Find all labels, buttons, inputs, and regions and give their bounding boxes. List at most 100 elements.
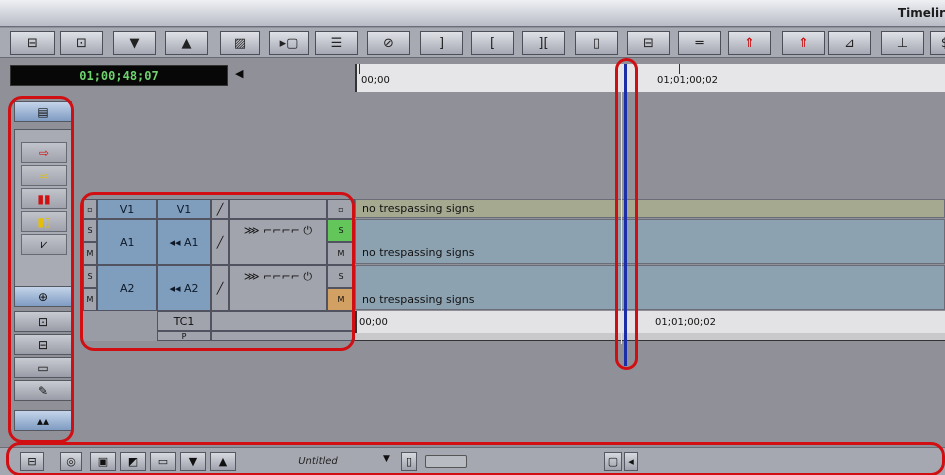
sequence-name[interactable]: Untitled	[262, 453, 374, 470]
tc1-track-label[interactable]: TC1	[157, 311, 211, 331]
track-list-icon[interactable]: ▤	[14, 101, 72, 122]
a1-source-label: A1	[120, 235, 135, 249]
window-title: Timelir	[897, 6, 945, 20]
clip-frame-icon[interactable]: ⊡	[14, 311, 72, 332]
up-arrow-icon[interactable]: ▲	[210, 452, 236, 471]
ripple-icon[interactable]: ⊥	[881, 31, 924, 55]
a2-waveform-icon: ⋙ ⌐⌐⌐⌐ ⏻	[243, 270, 313, 283]
a2-source-label: A2	[120, 281, 135, 295]
red-arrow-icon[interactable]: ⇨	[21, 142, 67, 163]
trim-icon[interactable]: ⊿	[828, 31, 871, 55]
v1-sync-lock-icon[interactable]: ╱	[211, 199, 229, 219]
grid-icon[interactable]: ▨	[220, 31, 260, 55]
a2-mute-button[interactable]: M	[83, 288, 97, 311]
screen-icon[interactable]: ▭	[150, 452, 176, 471]
p-extras	[211, 331, 355, 341]
timeline-toolbar: ⊟⊡▼▲▨▸▢☰⊘][][▯⊟═⇑⇑⊿⊥$	[0, 28, 945, 58]
tc1-extras	[211, 311, 355, 331]
tool-group: ⇨ ⇨ ▮▮ ▮▯ ⩗	[14, 129, 72, 289]
v1-clip[interactable]: no trespassing signs	[355, 199, 945, 218]
tc1-mark: 01;01;00;02	[655, 317, 717, 328]
segment-mode-icon[interactable]: ⊟	[10, 31, 55, 55]
a2-record-selector[interactable]: ◂◂ A2	[157, 265, 211, 311]
sequence-dropdown-icon[interactable]: ▼	[383, 454, 390, 464]
red-segment-icon[interactable]: ▮▮	[21, 188, 67, 209]
timeline-ruler[interactable]: 00;00 01;01;00;02	[355, 64, 945, 92]
mark-clip-icon[interactable]: ][	[522, 31, 565, 55]
master-timecode-display[interactable]: 01;00;48;07	[10, 65, 228, 86]
v1-monitor-icon[interactable]: ▫	[327, 199, 355, 219]
fit-icon[interactable]: ▢	[604, 452, 622, 471]
yellow-segment-icon[interactable]: ▮▯	[21, 211, 67, 232]
ruler-start-timecode: 00;00	[361, 75, 390, 86]
mark-in-icon[interactable]: [	[471, 31, 514, 55]
down-arrow-icon[interactable]: ▼	[180, 452, 206, 471]
play-clip-icon[interactable]: ▸▢	[269, 31, 309, 55]
scroll-left-icon[interactable]: ◂	[624, 452, 638, 471]
a2-waveform-controls[interactable]: ⋙ ⌐⌐⌐⌐ ⏻	[229, 265, 327, 311]
move-down-icon[interactable]: ▼	[113, 31, 156, 55]
splice-icon[interactable]: ⊟	[627, 31, 670, 55]
a2-speaker-icon: ◂◂	[169, 281, 184, 295]
yellow-arrow-icon[interactable]: ⇨	[21, 165, 67, 186]
v1-extras	[229, 199, 327, 219]
ruler-tick	[359, 64, 360, 74]
a1-mute-indicator[interactable]: M	[327, 242, 355, 265]
audio-mix-icon[interactable]: ⊟	[14, 334, 72, 355]
a2-mute-indicator[interactable]: M	[327, 288, 355, 311]
lift-up-icon[interactable]: ⇑	[728, 31, 771, 55]
clip-icon[interactable]: ⊡	[60, 31, 103, 55]
color-correction-icon[interactable]: ◩	[120, 452, 146, 471]
clear-marks-icon[interactable]: ▯	[575, 31, 618, 55]
a1-waveform-icon: ⋙ ⌐⌐⌐⌐ ⏻	[243, 224, 313, 237]
zoom-slider[interactable]	[425, 455, 467, 468]
move-up-icon[interactable]: ▲	[165, 31, 208, 55]
a1-solo-button[interactable]: S	[83, 219, 97, 242]
record-icon[interactable]: ◎	[60, 452, 82, 471]
ruler-mark-timecode: 01;01;00;02	[657, 75, 719, 86]
sync-icon[interactable]: ⊕	[14, 286, 72, 307]
position-indicator[interactable]	[624, 64, 627, 366]
v1-source-selector[interactable]: V1	[97, 199, 157, 219]
a1-waveform-controls[interactable]: ⋙ ⌐⌐⌐⌐ ⏻	[229, 219, 327, 265]
p-track-label[interactable]: P	[157, 331, 211, 341]
waveform-icon[interactable]: ⩗	[21, 234, 67, 255]
a2-source-selector[interactable]: A2	[97, 265, 157, 311]
film-strip-icon[interactable]: ▭	[14, 357, 72, 378]
mark-out-icon[interactable]: ]	[420, 31, 463, 55]
collapse-icon[interactable]: ▴▴	[14, 410, 72, 431]
tc1-track[interactable]: 00;00 01;01;00;02	[355, 311, 945, 333]
v1-record-selector[interactable]: V1	[157, 199, 211, 219]
p-track	[355, 333, 945, 341]
a2-clip[interactable]: no trespassing signs	[355, 265, 945, 310]
ruler-tick	[679, 64, 680, 74]
toggle-view-icon[interactable]: ⊟	[20, 452, 44, 471]
a1-clip[interactable]: no trespassing signs	[355, 219, 945, 264]
zoom-icon[interactable]: ▯	[401, 452, 417, 471]
timeline-tracks: no trespassing signs no trespassing sign…	[355, 199, 945, 344]
a1-source-selector[interactable]: A1	[97, 219, 157, 265]
v1-lock-icon[interactable]: ▫	[83, 199, 97, 219]
lift-icon[interactable]: ☰	[315, 31, 358, 55]
a2-record-label: A2	[184, 281, 199, 295]
tc1-start: 00;00	[359, 317, 388, 328]
a1-record-selector[interactable]: ◂◂ A1	[157, 219, 211, 265]
a1-mute-button[interactable]: M	[83, 242, 97, 265]
more-icon[interactable]: $	[930, 31, 945, 55]
a2-solo-indicator[interactable]: S	[327, 265, 355, 288]
a2-solo-button[interactable]: S	[83, 265, 97, 288]
timecode-row: 01;00;48;07 ◀ 00;00 01;01;00;02	[0, 60, 945, 92]
clear-icon[interactable]: ⊘	[367, 31, 410, 55]
overwrite-icon[interactable]: ═	[678, 31, 721, 55]
extract-icon[interactable]: ⇑	[782, 31, 825, 55]
track-panel: ▫ V1 V1 ╱ ▫ S M A1 ◂◂ A1 ╱ ⋙ ⌐⌐⌐⌐ ⏻ S M …	[83, 199, 355, 341]
bottom-bar: ⊟ ◎ ▣ ◩ ▭ ▼ ▲ Untitled ▼ ▯ ▢ ◂	[0, 447, 945, 475]
a1-sync-lock-icon[interactable]: ╱	[211, 219, 229, 265]
timeline-palette: ▤ ⇨ ⇨ ▮▮ ▮▯ ⩗ ⊕ ⊡ ⊟ ▭ ✎ ▴▴	[14, 99, 72, 437]
a1-solo-indicator[interactable]: S	[327, 219, 355, 242]
timeline-play-arrow-icon[interactable]: ◀	[235, 67, 243, 80]
position-indicator-shadow	[621, 64, 622, 344]
pencil-icon[interactable]: ✎	[14, 380, 72, 401]
monitor-icon[interactable]: ▣	[90, 452, 116, 471]
a2-sync-lock-icon[interactable]: ╱	[211, 265, 229, 311]
